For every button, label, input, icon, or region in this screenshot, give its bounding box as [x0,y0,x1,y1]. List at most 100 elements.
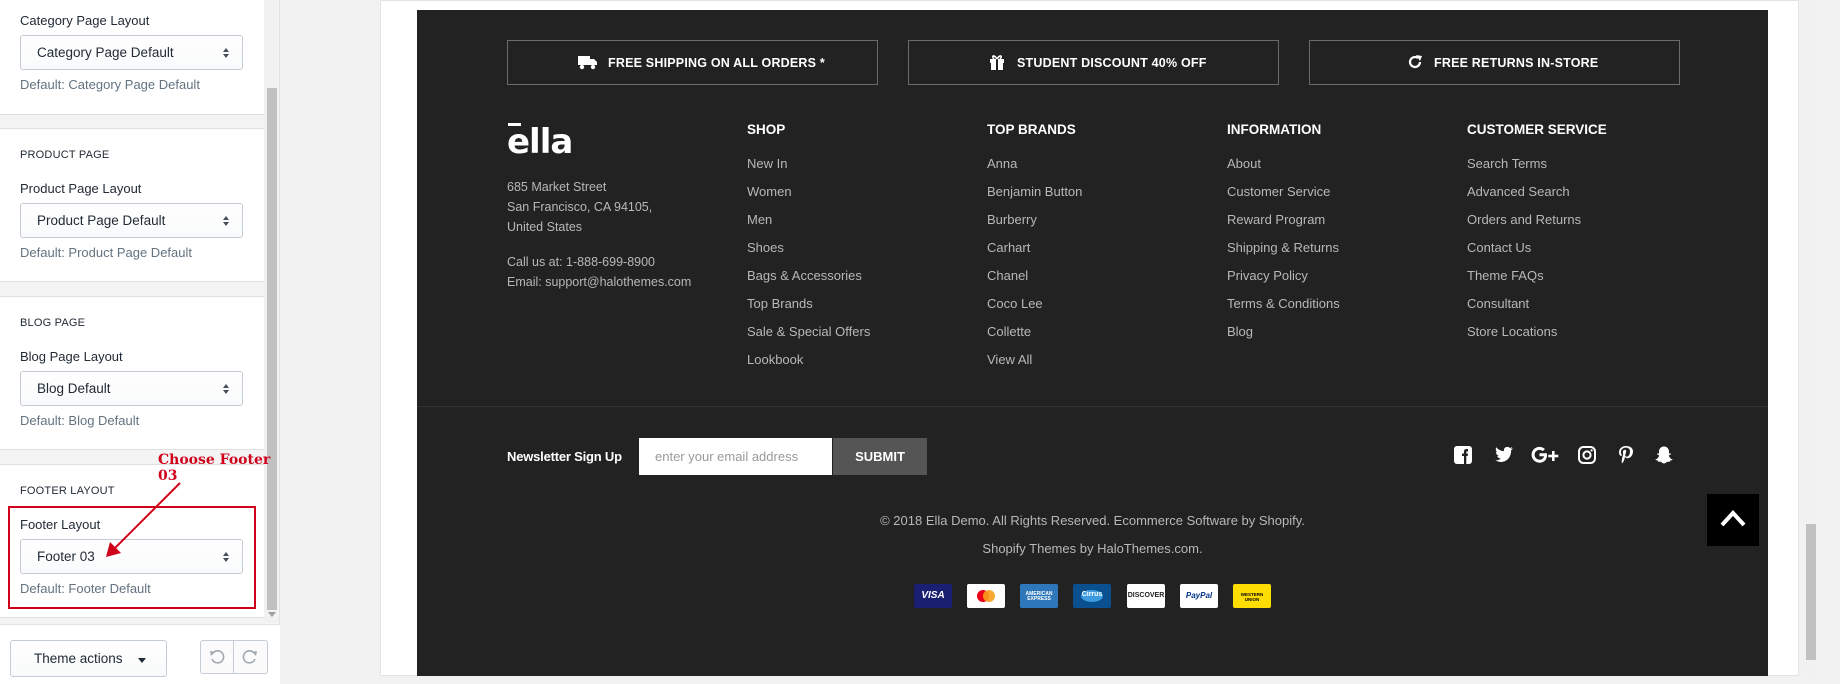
footer-link[interactable]: Bags & Accessories [747,268,862,283]
newsletter-label: Newsletter Sign Up [507,449,622,464]
footer-link[interactable]: Advanced Search [1467,184,1570,199]
product-page-section: PRODUCT PAGE Product Page Layout Product… [0,128,264,282]
footer-link[interactable]: Shoes [747,240,784,255]
footer-link[interactable]: Store Locations [1467,324,1557,339]
ella-logo[interactable]: ella [507,125,573,159]
pinterest-link[interactable] [1617,445,1641,469]
google-plus-icon [1531,446,1559,463]
preview-scrollbar-thumb[interactable] [1806,524,1816,660]
footer-link[interactable]: Theme FAQs [1467,268,1544,283]
caret-down-icon [138,658,146,663]
store-footer: FREE SHIPPING ON ALL ORDERS * STUDENT DI… [417,10,1768,676]
annotation-highlight-box [8,506,256,609]
theme-actions-button[interactable]: Theme actions [10,640,167,677]
select-arrows-icon [222,45,230,61]
promo-free-shipping[interactable]: FREE SHIPPING ON ALL ORDERS * [507,40,878,85]
footer-link[interactable]: Contact Us [1467,240,1531,255]
mastercard-circles [977,590,995,602]
footer-link[interactable]: Reward Program [1227,212,1325,227]
payment-label: Cirrus [1081,591,1103,598]
theme-actions-label: Theme actions [34,651,123,666]
column-title-shop: SHOP [747,122,786,137]
footer-link[interactable]: Blog [1227,324,1253,339]
promo-student-discount[interactable]: STUDENT DISCOUNT 40% OFF [908,40,1279,85]
footer-link[interactable]: Anna [987,156,1017,171]
footer-layout-heading: FOOTER LAYOUT [20,485,115,497]
product-layout-selected: Product Page Default [37,213,166,228]
footer-link[interactable]: Sale & Special Offers [747,324,870,339]
product-layout-label: Product Page Layout [20,181,142,196]
gift-icon [990,55,1004,70]
email-text: Email: support@halothemes.com [507,275,692,289]
payment-label: AMERICAN EXPRESS [1025,591,1053,602]
undo-button[interactable] [200,640,234,674]
blog-layout-help: Default: Blog Default [20,413,140,428]
facebook-link[interactable] [1453,445,1477,469]
twitter-link[interactable] [1492,445,1516,469]
footer-link[interactable]: Terms & Conditions [1227,296,1340,311]
select-arrows-icon [222,213,230,229]
footer-link[interactable]: Consultant [1467,296,1529,311]
footer-link[interactable]: Collette [987,324,1031,339]
snapchat-icon [1655,446,1673,464]
submit-label: SUBMIT [855,449,905,464]
footer-link[interactable]: Search Terms [1467,156,1547,171]
footer-link[interactable]: New In [747,156,787,171]
theme-editor: Category Page Layout Category Page Defau… [0,0,1840,684]
blog-page-heading: BLOG PAGE [20,317,86,329]
footer-link[interactable]: About [1227,156,1261,171]
footer-link[interactable]: View All [987,352,1032,367]
promo-label: FREE RETURNS IN-STORE [1434,56,1599,70]
truck-icon [578,56,597,70]
sidebar-action-bar: Theme actions [0,624,280,684]
footer-link[interactable]: Shipping & Returns [1227,240,1339,255]
amex-icon: AMERICAN EXPRESS [1020,584,1058,608]
product-layout-help: Default: Product Page Default [20,245,192,260]
newsletter-submit-button[interactable]: SUBMIT [833,438,927,475]
instagram-link[interactable] [1577,445,1601,469]
phone-text: Call us at: 1-888-699-8900 [507,255,656,269]
payment-label: DISCOVER [1127,592,1165,599]
column-title-information: INFORMATION [1227,122,1322,137]
footer-link[interactable]: Lookbook [747,352,803,367]
blog-layout-select[interactable]: Blog Default [20,371,243,406]
theme-settings-sidebar: Category Page Layout Category Page Defau… [0,0,280,684]
footer-link[interactable]: Privacy Policy [1227,268,1308,283]
payment-label: PayPal [1185,591,1213,600]
redo-button[interactable] [234,640,268,674]
category-layout-select[interactable]: Category Page Default [20,35,243,70]
footer-link[interactable]: Orders and Returns [1467,212,1581,227]
footer-link[interactable]: Coco Lee [987,296,1043,311]
footer-link[interactable]: Benjamin Button [987,184,1082,199]
footer-link[interactable]: Customer Service [1227,184,1330,199]
western-union-icon: WESTERN UNION [1233,584,1271,608]
payment-label: WESTERN UNION [1240,592,1264,602]
paypal-icon: PayPal [1180,584,1218,608]
mastercard-icon [967,584,1005,608]
payment-label: VISA [921,590,945,601]
footer-link[interactable]: Chanel [987,268,1028,283]
blog-layout-selected: Blog Default [37,381,111,396]
footer-divider [417,406,1768,407]
footer-link[interactable]: Burberry [987,212,1037,227]
category-layout-label: Category Page Layout [20,13,150,28]
footer-link[interactable]: Carhart [987,240,1030,255]
google-plus-link[interactable] [1531,445,1561,469]
sidebar-scrollbar-thumb[interactable] [267,88,277,610]
back-to-top-button[interactable] [1707,494,1759,546]
footer-link[interactable]: Men [747,212,772,227]
chevron-up-icon [1720,510,1746,527]
newsletter-email-input[interactable]: enter your email address [639,438,832,475]
column-title-top-brands: TOP BRANDS [987,122,1076,137]
refresh-icon [1408,55,1422,69]
category-layout-help: Default: Category Page Default [20,77,200,92]
product-layout-select[interactable]: Product Page Default [20,203,243,238]
address-line: San Francisco, CA 94105, [507,200,653,214]
promo-free-returns[interactable]: FREE RETURNS IN-STORE [1309,40,1680,85]
snapchat-link[interactable] [1654,445,1678,469]
scroll-down-arrow-icon[interactable] [268,612,276,617]
category-page-section: Category Page Layout Category Page Defau… [0,0,264,115]
footer-link[interactable]: Women [747,184,792,199]
footer-link[interactable]: Top Brands [747,296,813,311]
twitter-icon [1495,446,1513,462]
